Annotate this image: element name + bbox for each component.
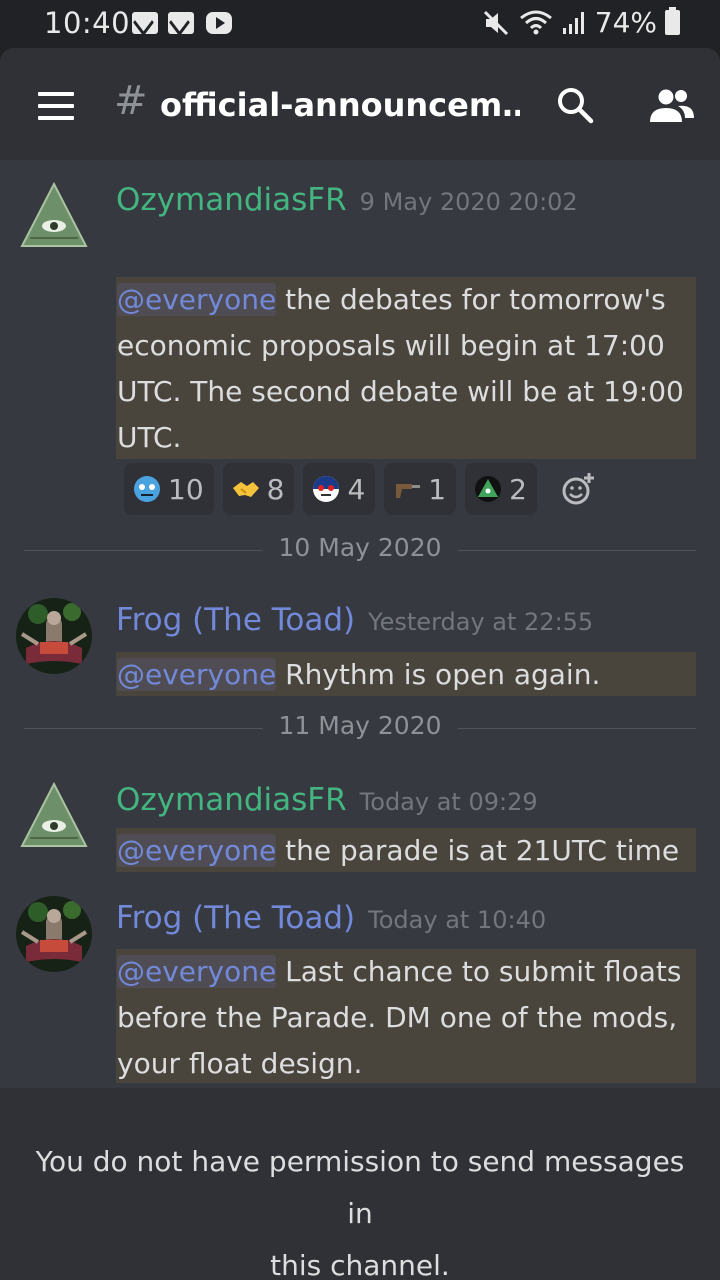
- mention-everyone[interactable]: @everyone: [117, 283, 277, 316]
- timestamp: Today at 09:29: [359, 788, 538, 816]
- message-body: @everyone Last chance to submit floats b…: [116, 949, 696, 1083]
- timestamp: 9 May 2020 20:02: [359, 188, 578, 216]
- avatar[interactable]: [16, 180, 92, 256]
- message-text: Last chance to submit floats: [276, 955, 682, 988]
- avatar[interactable]: [16, 780, 92, 856]
- message-header: Frog (The Toad) Yesterday at 22:55: [116, 602, 593, 638]
- author-name[interactable]: Frog (The Toad): [116, 602, 355, 638]
- add-reaction-icon[interactable]: [560, 471, 596, 507]
- youtube-icon: [206, 12, 232, 34]
- timestamp: Today at 10:40: [368, 906, 547, 934]
- message-body: @everyone the parade is at 21UTC time: [116, 828, 696, 872]
- reaction-count: 1: [428, 472, 447, 506]
- reaction[interactable]: 2: [465, 463, 537, 515]
- message-header: OzymandiasFR Today at 09:29: [116, 782, 538, 818]
- permission-notice-line: You do not have permission to send messa…: [35, 1145, 685, 1230]
- message-header: Frog (The Toad) Today at 10:40: [116, 900, 546, 936]
- message-text: your float design.: [117, 1047, 363, 1080]
- members-icon[interactable]: [648, 88, 696, 124]
- handshake-emoji: [232, 482, 259, 497]
- date-divider-label: 10 May 2020: [262, 533, 458, 562]
- menu-icon[interactable]: [38, 92, 74, 120]
- message-body: @everyone the debates for tomorrow's eco…: [116, 277, 696, 459]
- status-indicators: 74%: [483, 6, 680, 39]
- author-name[interactable]: Frog (The Toad): [116, 900, 355, 936]
- date-divider-label: 11 May 2020: [262, 711, 458, 740]
- reaction-count: 2: [509, 472, 527, 506]
- mute-icon: [483, 10, 508, 35]
- channel-header: # official-announcem…: [0, 48, 720, 160]
- reaction[interactable]: 1: [384, 463, 457, 515]
- date-divider: 10 May 2020: [24, 530, 696, 570]
- message-feed[interactable]: OzymandiasFR 9 May 2020 20:02 @everyone …: [0, 160, 720, 1088]
- reaction-count: 8: [266, 472, 285, 506]
- message-text: economic proposals will begin at 17:00: [117, 329, 665, 362]
- reaction[interactable]: 4: [303, 463, 376, 515]
- mail-icon: [168, 12, 194, 34]
- avatar[interactable]: [16, 598, 92, 674]
- reaction[interactable]: 8: [222, 463, 295, 515]
- permission-notice-line: this channel.: [270, 1249, 450, 1280]
- pyramid-emoji: [475, 476, 502, 502]
- battery-percent: 74%: [594, 6, 657, 39]
- reaction[interactable]: 10: [124, 463, 214, 515]
- message-text: UTC. The second debate will be at 19:00: [117, 375, 684, 408]
- message-header: OzymandiasFR 9 May 2020 20:02: [116, 182, 578, 218]
- author-name[interactable]: OzymandiasFR: [116, 182, 347, 218]
- message-body: @everyone Rhythm is open again.: [116, 652, 696, 696]
- status-time: 10:40: [44, 6, 131, 40]
- date-divider: 11 May 2020: [24, 708, 696, 748]
- flag-face-emoji: [313, 476, 340, 502]
- hash-icon: #: [114, 78, 148, 124]
- permission-notice-bar: You do not have permission to send messa…: [0, 1088, 720, 1280]
- revolver-emoji: [396, 484, 421, 498]
- message-text: before the Parade. DM one of the mods,: [117, 1001, 678, 1034]
- search-icon[interactable]: [556, 86, 594, 124]
- blue-face-emoji: [134, 476, 160, 502]
- mention-everyone[interactable]: @everyone: [117, 955, 277, 988]
- message-text: UTC.: [117, 421, 182, 454]
- status-bar: 10:40 74%: [0, 0, 720, 48]
- discord-app: # official-announcem… OzymandiasFR 9 May…: [0, 48, 720, 1280]
- wifi-icon: [519, 10, 552, 34]
- reactions-bar: 10 8 4 1 2: [124, 463, 596, 515]
- channel-title: official-announcem…: [160, 86, 520, 124]
- battery-icon: [665, 7, 680, 35]
- timestamp: Yesterday at 22:55: [368, 608, 594, 636]
- author-name[interactable]: OzymandiasFR: [116, 782, 347, 818]
- mention-everyone[interactable]: @everyone: [117, 834, 277, 867]
- message-text: Rhythm is open again.: [276, 658, 601, 691]
- message-text: the debates for tomorrow's: [276, 283, 666, 316]
- avatar[interactable]: [16, 896, 92, 972]
- mail-icon: [132, 12, 158, 34]
- reaction-count: 4: [347, 472, 366, 506]
- reaction-count: 10: [168, 472, 204, 506]
- permission-notice: You do not have permission to send messa…: [20, 1136, 700, 1280]
- message-text: the parade is at 21UTC time: [276, 834, 680, 867]
- mention-everyone[interactable]: @everyone: [117, 658, 277, 691]
- signal-icon: [562, 11, 584, 34]
